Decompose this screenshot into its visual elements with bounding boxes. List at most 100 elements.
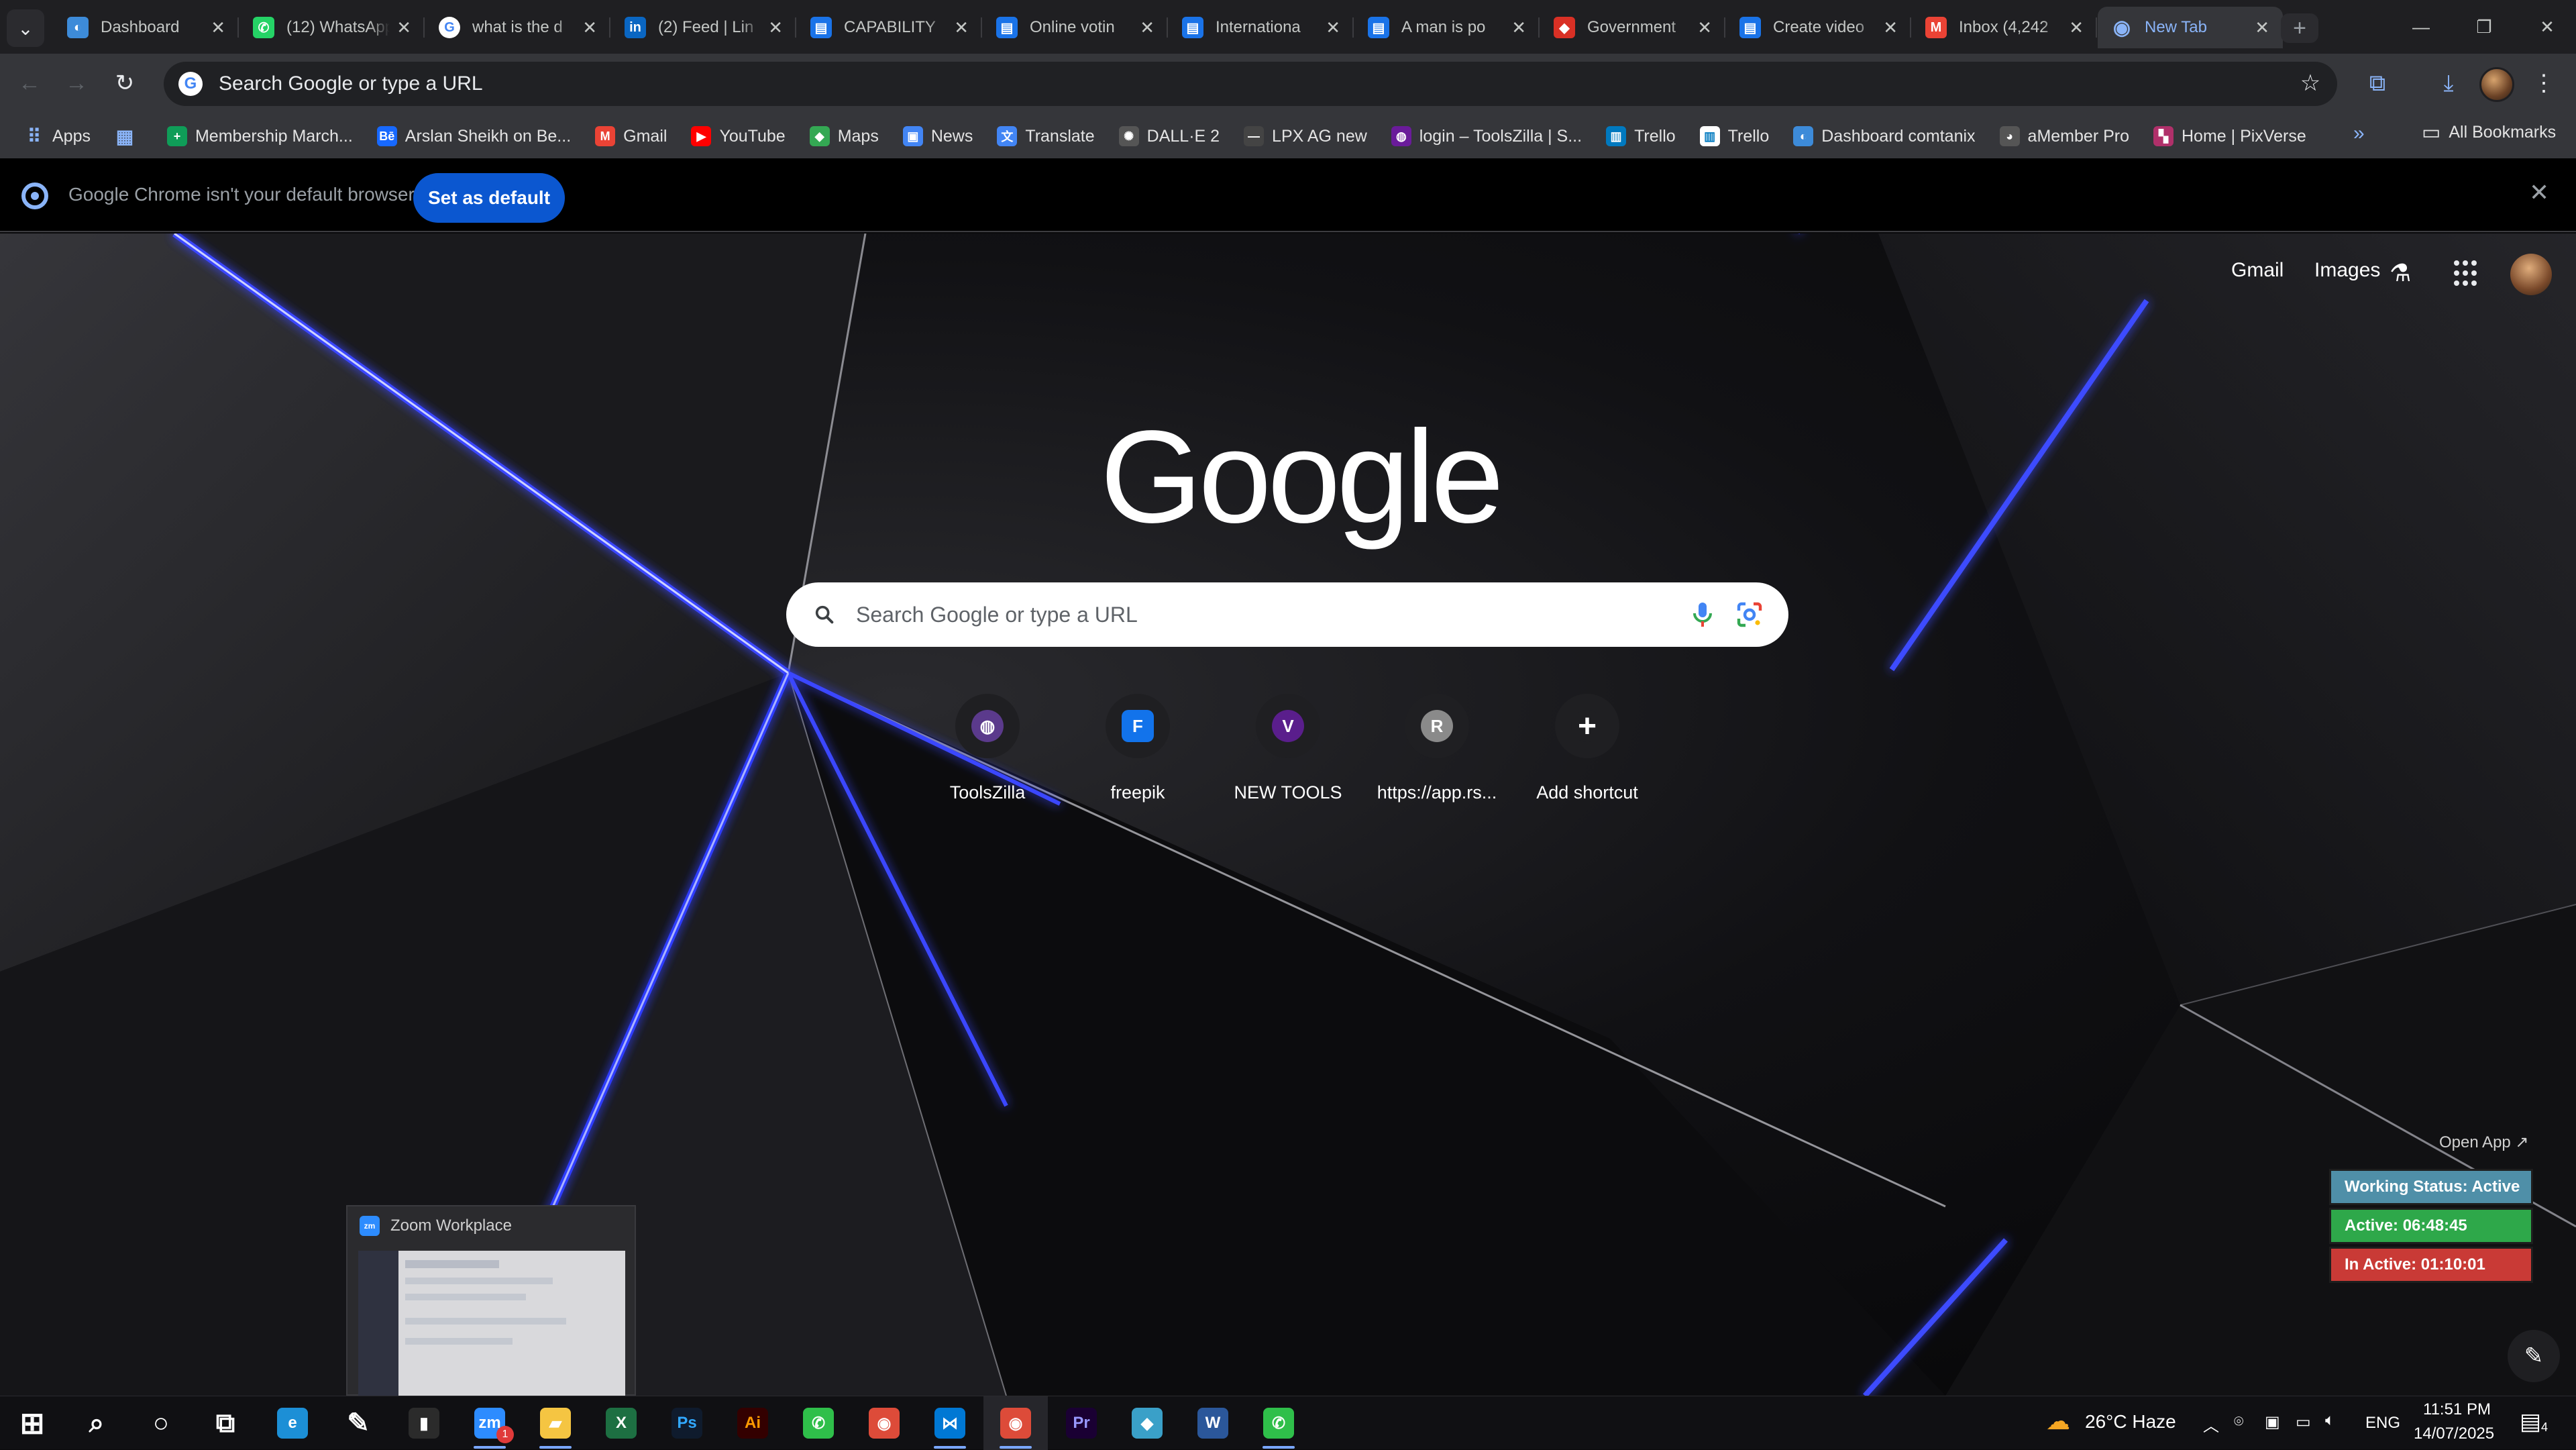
- bookmark-16[interactable]: ▚ Home | PixVerse: [2153, 126, 2306, 146]
- microphone-icon[interactable]: [1686, 599, 1719, 631]
- taskbar-app-14[interactable]: ⋈: [918, 1396, 982, 1450]
- labs-flask-icon[interactable]: ⚗: [2390, 259, 2411, 287]
- tracker-open-app-link[interactable]: Open App ↗: [2439, 1133, 2529, 1152]
- tab-close-icon[interactable]: ✕: [768, 17, 783, 38]
- bookmark-2[interactable]: + Membership March...: [166, 126, 353, 146]
- taskbar-app-7[interactable]: zm 1: [458, 1396, 522, 1450]
- tray-chevron-up-icon[interactable]: ︿: [2203, 1412, 2219, 1436]
- shortcut-tile-2[interactable]: V NEW TOOLS: [1214, 694, 1362, 803]
- tab-7[interactable]: ▤ A man is po ✕: [1354, 7, 1540, 48]
- restore-button[interactable]: ❐: [2453, 0, 2516, 54]
- tab-11[interactable]: ◉ New Tab ✕: [2098, 7, 2283, 48]
- taskbar-app-15[interactable]: ◉: [983, 1396, 1048, 1450]
- bookmark-9[interactable]: ✺ DALL·E 2: [1118, 126, 1220, 146]
- close-window-button[interactable]: ✕: [2516, 0, 2576, 54]
- taskbar-app-0[interactable]: ⊞: [0, 1396, 64, 1450]
- bookmark-10[interactable]: — LPX AG new: [1244, 126, 1367, 146]
- taskbar-app-10[interactable]: Ps: [655, 1396, 719, 1450]
- tab-1[interactable]: ✆ (12) WhatsApp ✕: [239, 7, 425, 48]
- bookmark-15[interactable]: ◕ aMember Pro: [1999, 126, 2129, 146]
- network-icon[interactable]: ▭: [2296, 1412, 2311, 1432]
- taskbar-app-1[interactable]: ⌕: [64, 1396, 129, 1450]
- tab-search-button[interactable]: ⌄: [7, 9, 44, 47]
- tab-close-icon[interactable]: ✕: [1140, 17, 1155, 38]
- bookmark-12[interactable]: ▥ Trello: [1606, 126, 1676, 146]
- weather-icon[interactable]: ☁: [2046, 1407, 2070, 1435]
- weather-text[interactable]: 26°C Haze: [2085, 1411, 2176, 1433]
- tab-close-icon[interactable]: ✕: [2255, 17, 2269, 38]
- forward-button[interactable]: →: [56, 63, 97, 103]
- extensions-button[interactable]: ⧉: [2357, 63, 2398, 103]
- profile-avatar[interactable]: [2479, 67, 2514, 102]
- gmail-link[interactable]: Gmail: [2231, 259, 2284, 282]
- tab-close-icon[interactable]: ✕: [211, 17, 225, 38]
- taskbar-app-17[interactable]: ◆: [1115, 1396, 1179, 1450]
- taskbar-app-12[interactable]: ✆: [786, 1396, 851, 1450]
- taskbar-app-18[interactable]: W: [1181, 1396, 1245, 1450]
- tab-close-icon[interactable]: ✕: [1326, 17, 1340, 38]
- set-as-default-button[interactable]: Set as default: [413, 173, 565, 223]
- shortcut-tile-3[interactable]: Rhttps://app.rs...: [1363, 694, 1511, 803]
- tab-close-icon[interactable]: ✕: [1883, 17, 1898, 38]
- reload-button[interactable]: ↻: [105, 63, 145, 103]
- taskbar-app-8[interactable]: ▰: [523, 1396, 588, 1450]
- bookmark-3[interactable]: Bē Arslan Sheikh on Be...: [376, 126, 571, 146]
- taskbar-app-6[interactable]: ▮: [392, 1396, 456, 1450]
- google-lens-icon[interactable]: [1733, 599, 1766, 631]
- bookmark-5[interactable]: ▶ YouTube: [691, 126, 786, 146]
- bookmark-8[interactable]: 文 Translate: [997, 126, 1095, 146]
- volume-icon[interactable]: 🔈︎: [2325, 1411, 2334, 1430]
- tab-close-icon[interactable]: ✕: [1511, 17, 1526, 38]
- notifications-icon[interactable]: ▤: [2520, 1408, 2541, 1435]
- new-tab-button[interactable]: +: [2281, 13, 2318, 43]
- taskbar-app-9[interactable]: X: [589, 1396, 653, 1450]
- bookmark-6[interactable]: ◆ Maps: [809, 126, 879, 146]
- tab-2[interactable]: Gwhat is the d ✕: [425, 7, 610, 48]
- taskbar-app-5[interactable]: ✎: [326, 1396, 390, 1450]
- infobar-close-button[interactable]: ✕: [2529, 178, 2549, 207]
- tab-0[interactable]: ◐ Dashboard ✕: [54, 7, 239, 48]
- back-button[interactable]: ←: [9, 63, 50, 103]
- bookmark-0[interactable]: ⠿ Apps: [24, 126, 91, 147]
- tab-close-icon[interactable]: ✕: [582, 17, 597, 38]
- tab-5[interactable]: ▤ Online votin ✕: [983, 7, 1168, 48]
- bookmark-7[interactable]: ▣ News: [902, 126, 973, 146]
- tab-10[interactable]: M Inbox (4,242 ✕: [1912, 7, 2097, 48]
- google-apps-icon[interactable]: [2454, 260, 2481, 287]
- tab-6[interactable]: ▤ Internationa ✕: [1169, 7, 1354, 48]
- bookmarks-overflow-button[interactable]: »: [2353, 122, 2365, 145]
- language-indicator[interactable]: ENG: [2365, 1414, 2400, 1433]
- shortcut-tile-1[interactable]: Ffreepik: [1064, 694, 1212, 803]
- chrome-menu-button[interactable]: ⋮: [2524, 63, 2564, 103]
- downloads-button[interactable]: ⤓: [2428, 63, 2469, 103]
- bookmark-1[interactable]: ▦: [115, 126, 143, 147]
- taskbar-clock[interactable]: 11:51 PM: [2423, 1400, 2491, 1419]
- taskbar-app-13[interactable]: ◉: [852, 1396, 916, 1450]
- tab-close-icon[interactable]: ✕: [954, 17, 969, 38]
- bookmark-4[interactable]: M Gmail: [595, 126, 667, 146]
- tab-8[interactable]: ◆ Government ✕: [1540, 7, 1725, 48]
- bookmark-star-button[interactable]: ☆: [2290, 63, 2330, 103]
- taskbar-app-19[interactable]: ✆: [1246, 1396, 1311, 1450]
- taskbar-app-2[interactable]: ○: [129, 1396, 193, 1450]
- tab-4[interactable]: ▤ CAPABILITY ✕: [797, 7, 982, 48]
- taskbar-app-16[interactable]: Pr: [1049, 1396, 1114, 1450]
- shortcut-tile-4[interactable]: + Add shortcut: [1513, 694, 1661, 803]
- taskbar-app-4[interactable]: e: [260, 1396, 325, 1450]
- all-bookmarks-button[interactable]: ▭ All Bookmarks: [2422, 121, 2556, 144]
- meet-now-icon[interactable]: ⌾: [2234, 1412, 2243, 1431]
- tab-3[interactable]: in (2) Feed | Lin ✕: [611, 7, 796, 48]
- tab-close-icon[interactable]: ✕: [2069, 17, 2084, 38]
- address-bar[interactable]: G Search Google or type a URL: [164, 62, 2337, 106]
- minimize-button[interactable]: —: [2390, 0, 2453, 54]
- ntp-search-box[interactable]: Search Google or type a URL: [786, 582, 1788, 647]
- taskbar-app-11[interactable]: Ai: [720, 1396, 785, 1450]
- bookmark-11[interactable]: ◍ login – ToolsZilla | S...: [1391, 126, 1582, 146]
- taskbar-app-3[interactable]: ⧉: [193, 1396, 258, 1450]
- zoom-workplace-thumbnail[interactable]: zm Zoom Workplace: [346, 1205, 636, 1396]
- customize-chrome-button[interactable]: ✎: [2508, 1330, 2560, 1382]
- bookmark-13[interactable]: ▥ Trello: [1699, 126, 1769, 146]
- google-account-avatar[interactable]: [2510, 254, 2552, 295]
- tab-close-icon[interactable]: ✕: [1697, 17, 1712, 38]
- tab-close-icon[interactable]: ✕: [396, 17, 411, 38]
